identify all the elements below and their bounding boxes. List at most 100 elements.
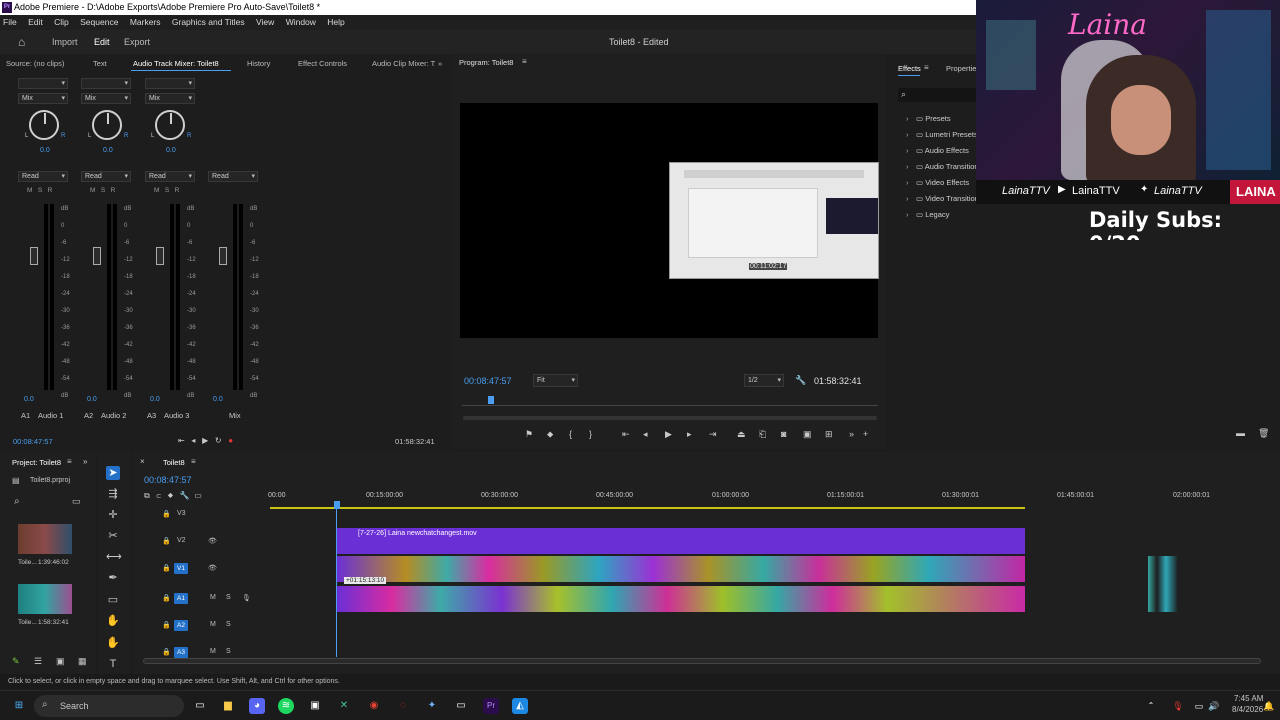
mark-out-icon[interactable]: } <box>589 429 592 439</box>
zoom-fit-dropdown[interactable]: Fit <box>533 374 578 387</box>
menu-clip[interactable]: Clip <box>54 17 69 27</box>
new-bin-icon[interactable]: ▬ <box>1236 428 1245 438</box>
add-marker-icon[interactable]: ⬥ <box>168 491 173 500</box>
a1-clip-strip[interactable] <box>337 586 1025 612</box>
selection-tool-icon[interactable]: ➤ <box>106 466 120 480</box>
app-icon[interactable]: ◌ <box>395 698 411 714</box>
channel-1-mode[interactable]: Mix <box>18 93 68 104</box>
track-mute-button[interactable]: M <box>210 594 216 601</box>
program-playhead[interactable] <box>488 396 494 404</box>
taskbar-time[interactable]: 7:45 AM <box>1234 694 1263 703</box>
volume-fader[interactable] <box>30 247 38 265</box>
icon-view-icon[interactable]: ▣ <box>56 656 65 667</box>
effects-item-video-transitions[interactable]: › ▭ Video Transitions <box>906 194 983 203</box>
panel-menu-icon[interactable]: ≡ <box>924 63 929 72</box>
track-lock-icon[interactable]: 🔒 <box>162 648 171 656</box>
channel-1-pan-knob[interactable] <box>29 110 59 140</box>
captions-icon[interactable]: ▭ <box>194 491 202 500</box>
sequence-tab[interactable]: Toilet8 <box>163 458 185 467</box>
loop-icon[interactable]: ↻ <box>215 436 222 445</box>
record-button[interactable]: R <box>175 187 180 194</box>
home-icon[interactable]: ⌂ <box>18 30 25 54</box>
effects-item-legacy[interactable]: › ▭ Legacy <box>906 210 949 219</box>
step-forward-icon[interactable]: ▸ <box>687 429 692 440</box>
volume-icon[interactable]: 🔊 <box>1206 698 1222 714</box>
search-icon[interactable]: ⌕ <box>14 496 20 507</box>
app-blue-icon[interactable]: ◭ <box>512 698 528 714</box>
close-icon[interactable]: × <box>140 457 145 466</box>
channel-2-pan-knob[interactable] <box>92 110 122 140</box>
track-select-tool-icon[interactable]: ⇶ <box>106 487 120 501</box>
track-target-a3[interactable]: A3 <box>174 647 188 658</box>
go-to-in-icon[interactable]: ⇤ <box>178 436 185 445</box>
taskbar-date[interactable]: 8/4/2026 <box>1232 705 1263 714</box>
excel-icon[interactable]: ✕ <box>336 698 352 714</box>
v2-clip[interactable]: [7-27-26] Laina newchatchangest.mov <box>337 528 1025 554</box>
spotify-icon[interactable]: ≋ <box>278 698 294 714</box>
channel-3-pan-knob[interactable] <box>155 110 185 140</box>
menu-window[interactable]: Window <box>286 17 316 27</box>
channel-2-input[interactable] <box>81 78 131 89</box>
new-bin-icon[interactable]: ▭ <box>72 496 81 507</box>
steam-icon[interactable]: ✦ <box>424 698 440 714</box>
panel-menu-icon[interactable]: ≡ <box>191 457 196 466</box>
export-frame-icon[interactable]: ◙ <box>781 429 786 439</box>
channel-2-pan-value[interactable]: 0.0 <box>103 147 113 154</box>
nav-import[interactable]: Import <box>52 30 78 54</box>
end-clip[interactable] <box>1148 556 1178 612</box>
voiceover-mic-icon[interactable]: 🎙 <box>242 594 251 602</box>
volume-fader[interactable] <box>93 247 101 265</box>
channel-3-automation[interactable]: Read <box>145 171 195 182</box>
premiere-taskbar-icon[interactable]: Pr <box>483 698 499 714</box>
nav-export[interactable]: Export <box>124 30 150 54</box>
chrome-icon[interactable]: ◉ <box>366 698 382 714</box>
mark-in-icon[interactable]: { <box>569 429 572 439</box>
menu-sequence[interactable]: Sequence <box>80 17 118 27</box>
effects-item-audio-effects[interactable]: › ▭ Audio Effects <box>906 146 969 155</box>
program-timecode-current[interactable]: 00:08:47:57 <box>464 376 512 386</box>
step-back-icon[interactable]: ◂ <box>643 429 648 440</box>
pencil-icon[interactable]: ✎ <box>12 656 20 667</box>
channel-3-mode[interactable]: Mix <box>145 93 195 104</box>
record-button[interactable]: R <box>111 187 116 194</box>
program-zoom-scroll[interactable] <box>463 416 877 420</box>
menu-view[interactable]: View <box>256 17 274 27</box>
play-icon[interactable]: ▶ <box>202 436 208 445</box>
marker-in-icon[interactable]: ⚑ <box>525 429 533 440</box>
timeline-playhead-handle[interactable] <box>334 501 340 509</box>
network-icon[interactable]: ▭ <box>1191 698 1207 714</box>
tab-effects[interactable]: Effects <box>898 64 921 73</box>
panel-menu-icon[interactable]: ≡ <box>67 457 72 466</box>
lift-icon[interactable]: ⏏ <box>737 429 746 440</box>
effects-item-video-effects[interactable]: › ▭ Video Effects <box>906 178 969 187</box>
nav-edit[interactable]: Edit <box>94 30 110 54</box>
track-solo-button[interactable]: S <box>226 594 231 601</box>
extract-icon[interactable]: ⎗ <box>759 429 766 440</box>
notification-bell-icon[interactable]: 🔔 <box>1261 698 1277 714</box>
hand-tool-icon[interactable]: ✋ <box>106 614 120 628</box>
channel-1-input[interactable] <box>18 78 68 89</box>
track-lock-icon[interactable]: 🔒 <box>162 537 171 545</box>
program-title[interactable]: Program: Toilet8 <box>459 58 513 67</box>
channel-1-automation[interactable]: Read <box>18 171 68 182</box>
track-solo-button[interactable]: S <box>226 621 231 628</box>
channel-2-mode[interactable]: Mix <box>81 93 131 104</box>
razor-tool-icon[interactable]: ✂ <box>106 529 120 543</box>
eye-icon[interactable]: 👁 <box>208 564 217 572</box>
mix-automation[interactable]: Read <box>208 171 258 182</box>
add-button-icon[interactable]: + <box>863 429 868 439</box>
wrench-icon[interactable]: 🔧 <box>795 375 806 386</box>
tab-effect-controls[interactable]: Effect Controls <box>298 56 347 72</box>
settings-wrench-icon[interactable]: 🔧 <box>180 491 190 500</box>
snap-icon[interactable]: ⧉ <box>144 491 150 500</box>
project-title[interactable]: Project: Toilet8 <box>12 458 61 467</box>
track-solo-button[interactable]: S <box>226 648 231 655</box>
safe-margins-icon[interactable]: ⊞ <box>825 429 833 440</box>
list-view-icon[interactable]: ☰ <box>34 656 42 667</box>
mixer-timecode-current[interactable]: 00:08:47:57 <box>13 437 53 446</box>
volume-fader[interactable] <box>156 247 164 265</box>
pen-tool-icon[interactable]: ✒ <box>106 571 120 585</box>
tab-text[interactable]: Text <box>93 56 107 72</box>
track-lock-icon[interactable]: 🔒 <box>162 510 171 518</box>
channel-2-level[interactable]: 0.0 <box>87 396 97 403</box>
